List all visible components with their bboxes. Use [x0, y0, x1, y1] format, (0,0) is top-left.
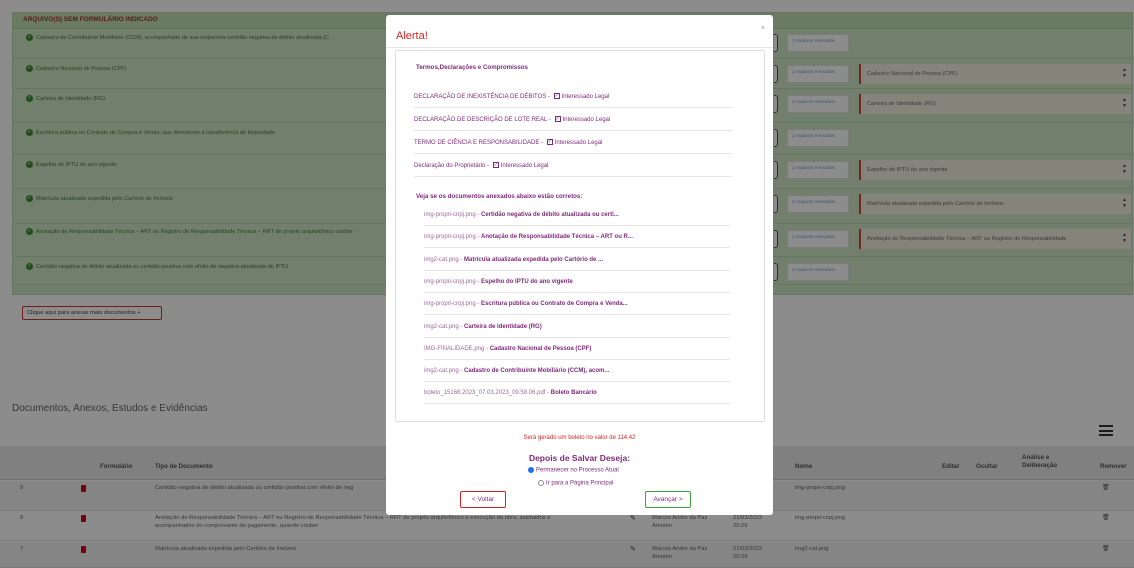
- attached-doc-item[interactable]: img-propri-cnpj.png - Escritura pública …: [424, 293, 730, 316]
- attached-doc-item[interactable]: img2-cat.png - Matrícula atualizada expe…: [424, 249, 730, 271]
- after-save-title: Depois de Salvar Deseja:: [528, 453, 631, 463]
- radio-label: Ir para a Página Principal: [546, 480, 614, 487]
- boleto-message: Será gerado um boleto no valor de 114.42: [523, 435, 636, 441]
- attached-doc-item[interactable]: boleto_15168.2023_07.03.2023_09.58.06.pd…: [424, 382, 730, 405]
- term-item[interactable]: DECLARAÇÃO DE INEXISTÊNCIA DE DÉBITOS - …: [414, 86, 732, 108]
- alert-modal: Alerta! × Termos,Declarações e Compromis…: [386, 15, 773, 515]
- modal-divider: [386, 47, 773, 48]
- term-item[interactable]: TERMO DE CIÊNCIA E RESPONSABILIDADE - ✓ I…: [414, 132, 732, 154]
- radio-permanecer[interactable]: Permanecer no Processo Atual: [528, 467, 619, 474]
- attached-doc-item[interactable]: img2-cat.png - Cadastro de Contribuinte …: [424, 360, 730, 383]
- attached-doc-item[interactable]: img-propri-cnpj.png - Certidão negativa …: [424, 204, 730, 226]
- modal-title: Alerta!: [396, 30, 428, 42]
- close-icon[interactable]: ×: [761, 25, 765, 32]
- checkbox-icon: ✓: [554, 116, 561, 123]
- attached-doc-item[interactable]: img2-cat.png - Carteira de Identidade (R…: [424, 316, 730, 338]
- attached-doc-item[interactable]: IMG-FINALIDADE.png - Cadastro Nacional d…: [424, 338, 730, 360]
- modal-content-box: Termos,Declarações e Compromissos DECLAR…: [395, 50, 765, 422]
- checkbox-icon: ✓: [492, 162, 499, 169]
- checkbox-icon: ✓: [546, 139, 553, 146]
- checkbox-icon: ✓: [553, 93, 560, 100]
- term-item[interactable]: Declaração do Proprietário - ✓ Interessad…: [414, 155, 732, 177]
- radio-pagina-principal[interactable]: Ir para a Página Principal: [538, 480, 613, 487]
- back-button[interactable]: < Voltar: [460, 491, 506, 508]
- attached-doc-item[interactable]: img-propri-cnpj.png - Anotação de Respon…: [424, 226, 730, 249]
- docs-title: Veja se os documentos anexados abaixo es…: [416, 193, 583, 200]
- next-button[interactable]: Avançar >: [645, 491, 691, 508]
- radio-unselected-icon[interactable]: [538, 480, 544, 486]
- radio-label: Permanecer no Processo Atual: [536, 467, 619, 474]
- attached-doc-item[interactable]: img-propri-cnpj.png - Espelho do IPTU do…: [424, 271, 730, 293]
- radio-selected-icon[interactable]: [528, 467, 534, 473]
- terms-title: Termos,Declarações e Compromissos: [416, 64, 528, 71]
- term-item[interactable]: DECLARAÇÃO DE DESCRIÇÃO DE LOTE REAL - ✓…: [414, 109, 732, 131]
